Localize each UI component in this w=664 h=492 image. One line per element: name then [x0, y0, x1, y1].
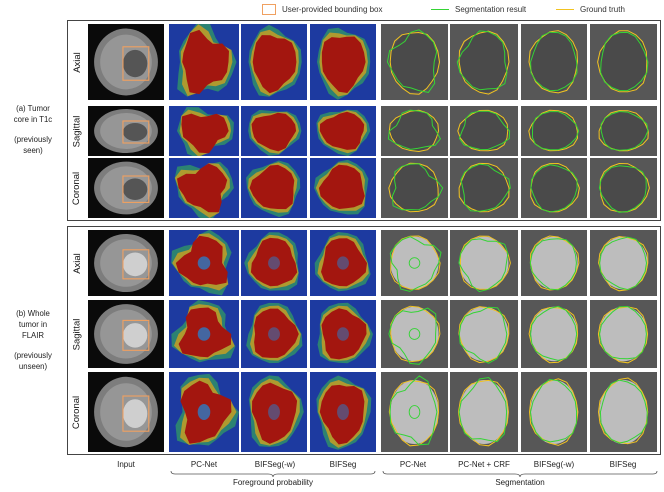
- image-b-sagittal-bifseg-w-prob: [241, 300, 307, 368]
- col-label-pcnet-prob: PC-Net: [190, 460, 218, 469]
- image-b-axial-pcnet-crf-seg: [450, 230, 518, 296]
- image-b-coronal-input: [88, 372, 164, 452]
- col-label-pcnet-seg: PC-Net: [399, 460, 427, 469]
- image-b-sagittal-bifseg-w-seg: [521, 300, 587, 368]
- image-b-axial-bifseg-prob: [310, 230, 376, 296]
- plane-label-a-axial: Axial: [71, 51, 83, 73]
- image-b-coronal-bifseg-prob: [310, 372, 376, 452]
- gt-line-swatch: [556, 9, 574, 11]
- plane-label-b-axial: Axial: [71, 252, 83, 274]
- legend-seg-label: Segmentation result: [455, 5, 527, 14]
- group-label-probability: Foreground probability: [232, 478, 314, 487]
- image-a-axial-input: [88, 24, 164, 100]
- image-a-coronal-pcnet-prob: [169, 158, 239, 218]
- image-a-sagittal-pcnet-crf-seg: [450, 106, 518, 156]
- image-b-axial-bifseg-w-prob: [241, 230, 307, 296]
- image-b-sagittal-pcnet-crf-seg: [450, 300, 518, 368]
- legend-gt-item: Ground truth: [556, 3, 625, 17]
- col-label-input: Input: [117, 460, 135, 469]
- col-label-pcnet-crf-seg: PC-Net + CRF: [458, 460, 510, 469]
- legend-bbox-item: User-provided bounding box: [262, 3, 383, 17]
- section-a-label: (a) Tumor core in T1c (previously seen): [13, 104, 53, 155]
- image-a-coronal-pcnet-seg: [381, 158, 448, 218]
- legend-gt-label: Ground truth: [580, 5, 625, 14]
- image-b-coronal-bifseg-w-prob: [241, 372, 307, 452]
- image-b-coronal-bifseg-w-seg: [521, 372, 587, 452]
- col-label-bifseg-w-prob: BIFSeg(-w): [254, 460, 296, 469]
- image-a-coronal-bifseg-prob: [310, 158, 376, 218]
- legend: User-provided bounding box Segmentation …: [0, 3, 664, 17]
- col-label-bifseg-prob: BIFSeg: [329, 460, 357, 469]
- image-b-sagittal-pcnet-seg: [381, 300, 448, 368]
- image-b-coronal-pcnet-crf-seg: [450, 372, 518, 452]
- brace-probability: [170, 470, 376, 478]
- image-b-coronal-bifseg-seg: [590, 372, 657, 452]
- plane-label-b-coronal: Coronal: [71, 395, 83, 429]
- legend-bbox-label: User-provided bounding box: [282, 5, 383, 14]
- image-a-coronal-input: [88, 158, 164, 218]
- image-a-coronal-bifseg-seg: [590, 158, 657, 218]
- image-b-sagittal-bifseg-seg: [590, 300, 657, 368]
- bbox-swatch: [262, 4, 276, 16]
- legend-seg-item: Segmentation result: [431, 3, 526, 17]
- section-b-label: (b) Whole tumor in FLAIR (previously uns…: [14, 309, 52, 371]
- image-a-axial-bifseg-seg: [590, 24, 657, 100]
- image-b-axial-input: [88, 230, 164, 296]
- plane-label-a-coronal: Coronal: [71, 171, 83, 205]
- group-label-segmentation: Segmentation: [495, 478, 545, 487]
- image-a-axial-pcnet-seg: [381, 24, 448, 100]
- image-a-axial-pcnet-crf-seg: [450, 24, 518, 100]
- image-b-axial-pcnet-seg: [381, 230, 448, 296]
- image-a-sagittal-bifseg-prob: [310, 106, 376, 156]
- image-b-axial-bifseg-w-seg: [521, 230, 587, 296]
- col-label-bifseg-w-seg: BIFSeg(-w): [533, 460, 575, 469]
- image-a-axial-bifseg-w-seg: [521, 24, 587, 100]
- image-b-coronal-pcnet-prob: [169, 372, 239, 452]
- image-a-sagittal-pcnet-seg: [381, 106, 448, 156]
- image-b-sagittal-pcnet-prob: [169, 300, 239, 368]
- image-a-coronal-bifseg-w-seg: [521, 158, 587, 218]
- plane-label-b-sagittal: Sagittal: [71, 318, 83, 350]
- image-a-coronal-bifseg-w-prob: [241, 158, 307, 218]
- image-a-sagittal-bifseg-seg: [590, 106, 657, 156]
- image-a-axial-bifseg-prob: [310, 24, 376, 100]
- image-a-sagittal-bifseg-w-prob: [241, 106, 307, 156]
- plane-label-a-sagittal: Sagittal: [71, 115, 83, 147]
- brace-segmentation: [382, 470, 658, 478]
- image-b-coronal-pcnet-seg: [381, 372, 448, 452]
- image-b-sagittal-input: [88, 300, 164, 368]
- image-a-axial-pcnet-prob: [169, 24, 239, 100]
- image-b-axial-bifseg-seg: [590, 230, 657, 296]
- image-a-sagittal-input: [88, 106, 164, 156]
- col-label-bifseg-seg: BIFSeg: [609, 460, 637, 469]
- image-b-axial-pcnet-prob: [169, 230, 239, 296]
- image-a-coronal-pcnet-crf-seg: [450, 158, 518, 218]
- image-a-sagittal-pcnet-prob: [169, 106, 239, 156]
- image-b-sagittal-bifseg-prob: [310, 300, 376, 368]
- image-a-axial-bifseg-w-prob: [241, 24, 307, 100]
- image-a-sagittal-bifseg-w-seg: [521, 106, 587, 156]
- seg-line-swatch: [431, 9, 449, 11]
